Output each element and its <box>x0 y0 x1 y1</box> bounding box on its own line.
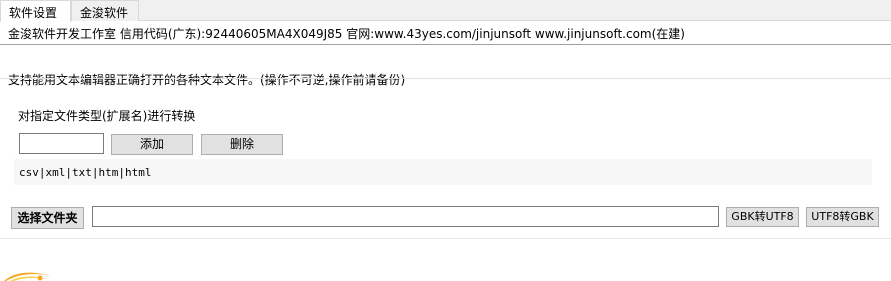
section-label: 对指定文件类型(扩展名)进行转换 <box>18 109 196 123</box>
extension-list: csv|xml|txt|htm|html <box>19 166 152 179</box>
delete-extension-button[interactable]: 删除 <box>201 134 283 155</box>
divider <box>0 44 891 46</box>
settings-panel: 支持能用文本编辑器正确打开的各种文本文件。(操作不可逆,操作前请备份) 对指定文… <box>0 47 891 237</box>
select-folder-button[interactable]: 选择文件夹 <box>11 207 84 229</box>
studio-info: 金浚软件开发工作室 信用代码(广东):92440605MA4X049J85 官网… <box>8 27 685 41</box>
gbk-to-utf8-button[interactable]: GBK转UTF8 <box>726 207 799 227</box>
add-extension-button[interactable]: 添加 <box>111 134 193 155</box>
description-text: 支持能用文本编辑器正确打开的各种文本文件。(操作不可逆,操作前请备份) <box>8 73 406 87</box>
extension-input[interactable] <box>19 133 104 154</box>
folder-path-input[interactable] <box>92 206 719 227</box>
tab-label: 金浚软件 <box>80 6 129 20</box>
tab-jinjun-software[interactable]: 金浚软件 <box>71 0 139 21</box>
tab-label: 软件设置 <box>9 6 58 20</box>
tab-software-settings[interactable]: 软件设置 <box>0 0 71 22</box>
utf8-to-gbk-button[interactable]: UTF8转GBK <box>806 207 879 227</box>
divider <box>0 78 891 79</box>
tab-bar: 软件设置 金浚软件 <box>0 0 891 22</box>
divider <box>0 238 891 239</box>
logo-icon <box>0 262 60 281</box>
